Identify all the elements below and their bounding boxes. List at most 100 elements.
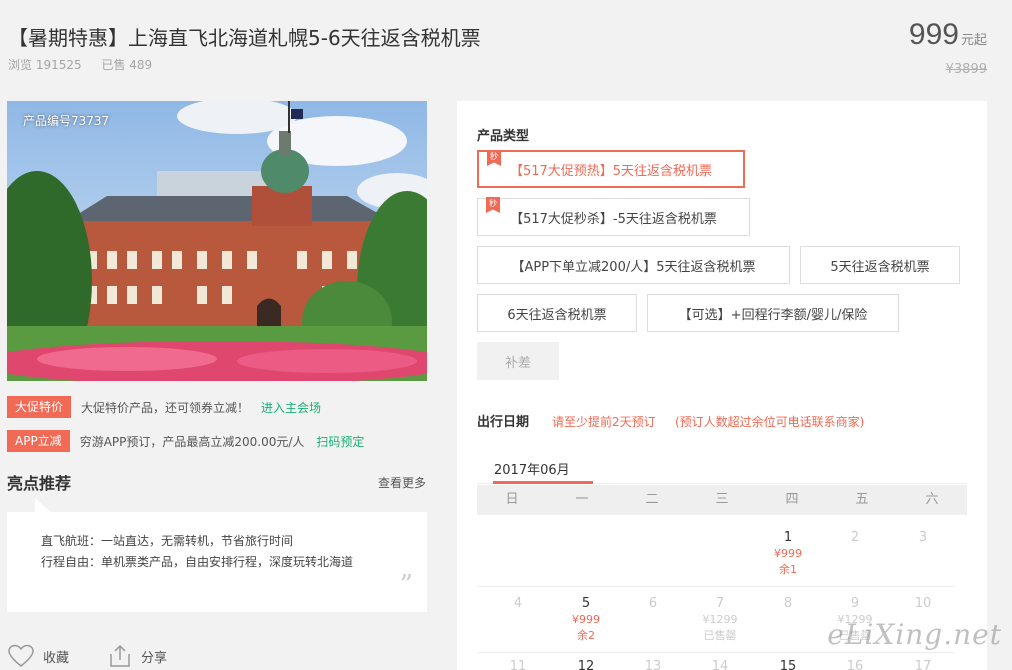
weekday: 六 [925,492,939,507]
price-value: 999 [908,18,959,51]
month-tab-indicator [493,481,593,484]
day-sold-out: 已售罄 [703,629,737,642]
option-6-day[interactable]: 6天往返含税机票 [477,294,637,332]
day-number: 14 [711,659,729,670]
highlights-more-link[interactable]: 查看更多 [378,474,426,491]
price-unit: 元起 [960,33,987,48]
promo-link-scan-qr[interactable]: 扫码预定 [316,433,364,450]
weekday: 二 [645,492,659,507]
share-button[interactable]: 分享 [107,644,167,668]
promo-tag: 大促特价 [7,396,72,418]
day-number: 12 [577,659,595,670]
option-extras[interactable]: 【可选】+回程行李额/婴儿/保险 [647,294,899,332]
option-label: 【517大促秒杀】-5天往返含税机票 [510,211,717,227]
option-price-difference[interactable]: 补差 [477,342,559,380]
watermark: eLiXing.net [827,618,1002,651]
day-number: 15 [779,659,797,670]
day-price: ¥1299 [702,613,738,626]
option-app-discount[interactable]: 【APP下单立减200/人】5天往返含税机票 [477,246,790,284]
calendar-day-16: 16 [821,659,889,670]
day-number: 6 [648,596,658,611]
building-photo [7,101,427,381]
calendar-row-divider [477,586,955,587]
calendar-day-6: 6 [619,596,687,612]
option-5-day[interactable]: 5天往返含税机票 [800,246,960,284]
promo-link-main-venue[interactable]: 进入主会场 [261,399,321,416]
day-number: 16 [846,659,864,670]
product-code: 产品编号73737 [23,114,110,128]
day-number: 10 [914,596,932,611]
highlight-line: 行程自由：单机票类产品，自由安排行程，深度玩转北海道 [41,555,354,569]
share-icon [110,644,130,667]
flash-sale-badge: 秒 [486,197,500,213]
option-label: 【可选】+回程行李额/婴儿/保险 [678,307,868,323]
option-517-presale[interactable]: 秒 【517大促预热】5天往返含税机票 [477,150,745,188]
day-price: ¥999 [774,547,802,560]
day-seats: 余2 [577,629,595,642]
highlights-title: 亮点推荐 [7,474,72,493]
highlight-line: 直飞航班：一站直达，无需转机，节省旅行时间 [41,534,294,548]
calendar-day-1[interactable]: 1 ¥999 余1 [754,530,822,578]
day-number: 3 [918,530,928,545]
favorite-button[interactable]: 收藏 [7,644,69,668]
scrollbar[interactable] [1006,0,1012,670]
promo-text: 大促特价产品，还可领券立减！ [81,400,250,415]
contact-merchant-note: (预订人数超过余位可电话联系商家) [675,415,865,429]
weekday: 四 [785,492,799,507]
option-label: 6天往返含税机票 [507,307,607,323]
booking-panel: 产品类型 秒 【517大促预热】5天往返含税机票 秒 【517大促秒杀】-5天往… [457,101,987,670]
option-label: 【APP下单立减200/人】5天往返含税机票 [511,259,756,275]
favorite-label: 收藏 [43,650,70,666]
calendar-day-14: 14 [686,659,754,670]
weekday: 一 [575,492,589,507]
calendar-day-5[interactable]: 5 ¥999 余2 [552,596,620,644]
option-label: 5天往返含税机票 [830,259,930,275]
calendar-row-divider [477,652,955,653]
product-photo[interactable]: 产品编号73737 [7,101,427,381]
calendar-day-15[interactable]: 15 [754,659,822,670]
price: 999 元起 [909,18,987,52]
month-tab[interactable]: 2017年06月 [494,459,570,478]
promo-row-app: APP立减 穷游APP预订，产品最高立减200.00元/人 扫码预定 [7,430,364,452]
product-stats: 浏览 191525 已售 489 [8,56,168,73]
day-number: 4 [513,596,523,611]
view-count: 浏览 191525 [8,58,82,72]
share-label: 分享 [141,650,168,666]
promo-text: 穷游APP预订，产品最高立减200.00元/人 [79,434,305,449]
day-seats: 余1 [779,563,797,576]
calendar-day-3: 3 [889,530,957,546]
weekday: 三 [715,492,729,507]
day-number: 8 [783,596,793,611]
weekday: 日 [505,492,519,507]
flash-sale-badge: 秒 [487,150,501,166]
quote-icon: ” [399,570,413,600]
original-price: ¥3899 [945,62,987,77]
day-number: 11 [509,659,527,670]
heart-icon [8,644,34,667]
travel-date-label: 出行日期 [477,415,530,430]
option-label: 补差 [504,355,531,371]
option-517-flash-sale[interactable]: 秒 【517大促秒杀】-5天往返含税机票 [477,197,750,236]
highlights-box: 直飞航班：一站直达，无需转机，节省旅行时间 行程自由：单机票类产品，自由安排行程… [7,498,427,612]
calendar-day-12[interactable]: 12 [552,659,620,670]
weekday-header: 日 一 二 三 四 五 六 [477,485,967,515]
day-number: 9 [850,596,860,611]
product-title: 【暑期特惠】上海直飞北海道札幌5-6天往返含税机票 [8,26,481,50]
calendar-day-4: 4 [484,596,552,612]
day-number: 2 [850,530,860,545]
sold-count: 已售 489 [101,58,153,72]
day-number: 7 [715,596,725,611]
advance-booking-note: 请至少提前2天预订 [552,415,656,429]
calendar-day-8: 8 [754,596,822,612]
day-price: ¥999 [572,613,600,626]
calendar-day-11: 11 [484,659,552,670]
weekday: 五 [855,492,869,507]
day-number: 1 [783,530,793,545]
day-number: 5 [581,596,591,611]
calendar-day-13: 13 [619,659,687,670]
calendar-day-7: 7 ¥1299 已售罄 [686,596,754,644]
calendar-day-10: 10 [889,596,957,612]
promo-tag: APP立减 [7,430,70,452]
option-label: 【517大促预热】5天往返含税机票 [509,163,713,179]
day-number: 17 [914,659,932,670]
